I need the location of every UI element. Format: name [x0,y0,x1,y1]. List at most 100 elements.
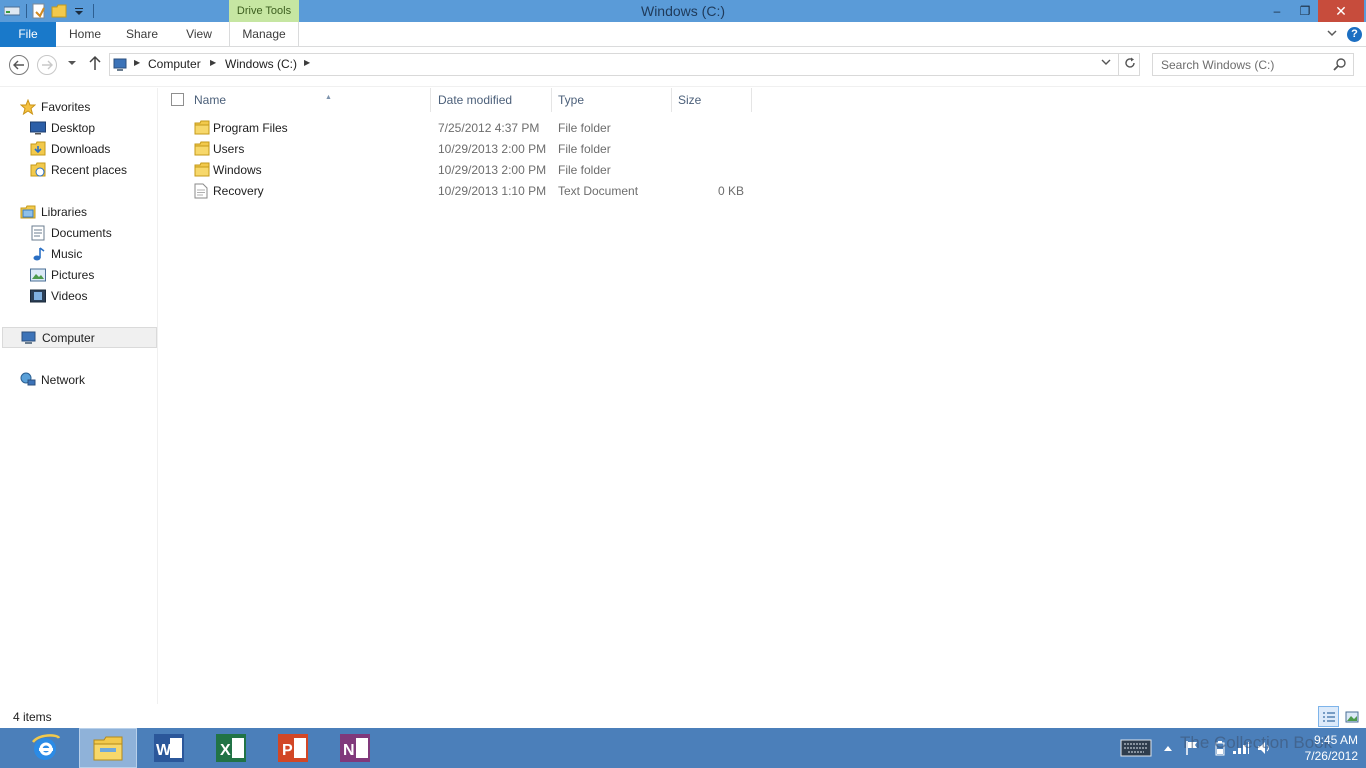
nav-desktop-label: Desktop [51,120,96,135]
star-icon [20,98,36,115]
column-header-name-label: Name [194,93,227,107]
nav-documents-label: Documents [51,225,112,240]
help-button[interactable]: ? [1347,27,1362,42]
file-type: Text Document [558,184,639,198]
sort-ascending-icon: ▲ [325,94,332,101]
nav-libraries[interactable]: Libraries [20,201,156,222]
tab-manage[interactable]: Manage [229,22,299,47]
breadcrumb-separator-icon[interactable]: ▶ [210,58,216,67]
search-icon[interactable] [1333,57,1349,73]
nav-pictures-label: Pictures [51,267,95,282]
nav-downloads-label: Downloads [51,141,111,156]
search-box[interactable] [1152,53,1354,76]
title-bar: Drive Tools Windows (C:) – ❐ ✕ [0,0,1366,22]
nav-music[interactable]: Music [30,243,156,264]
search-input[interactable] [1153,54,1329,75]
file-type: File folder [558,142,611,156]
nav-downloads[interactable]: Downloads [30,138,156,159]
back-button[interactable] [9,55,29,75]
nav-recent-places[interactable]: Recent places [30,159,156,180]
ribbon-tab-bar: File Home Share View Manage ? [0,22,1366,47]
taskbar-onenote[interactable]: N [326,728,384,768]
column-header-name[interactable]: ▲ Name [188,88,431,112]
nav-documents[interactable]: Documents [30,222,156,243]
refresh-button[interactable] [1118,54,1140,75]
taskbar-clock[interactable]: 9:45 AM 7/26/2012 [1268,732,1358,764]
up-button[interactable] [86,55,104,75]
keyboard-icon [1120,739,1152,757]
file-explorer-icon [93,736,123,761]
nav-favorites[interactable]: Favorites [20,96,156,117]
tab-file[interactable]: File [0,22,56,47]
clock-date: 7/26/2012 [1304,749,1358,763]
column-header-date[interactable]: Date modified [432,88,552,112]
folder-icon [194,141,210,157]
text-document-icon [194,183,210,199]
chevron-down-icon [1101,59,1111,65]
column-header-type[interactable]: Type [552,88,672,112]
nav-pictures[interactable]: Pictures [30,264,156,285]
breadcrumb-windows-c[interactable]: Windows (C:) [225,57,297,71]
nav-videos[interactable]: Videos [30,285,156,306]
nav-computer[interactable]: Computer [2,327,157,348]
up-arrow-icon [89,55,101,70]
nav-recent-places-label: Recent places [51,162,128,177]
nav-desktop[interactable]: Desktop [30,117,156,138]
close-button[interactable]: ✕ [1318,0,1364,22]
excel-icon: X [216,734,246,762]
file-row-windows[interactable]: Windows 10/29/2013 2:00 PM File folder [188,160,758,181]
taskbar-file-explorer[interactable] [79,728,137,768]
navigation-pane: Favorites Desktop Downloads Recent place… [0,88,158,704]
refresh-icon [1124,57,1135,68]
select-all-checkbox[interactable] [171,93,184,106]
breadcrumb-separator-icon[interactable]: ▶ [304,58,310,67]
folder-icon [194,162,210,178]
file-name: Users [213,142,245,156]
tray-touch-keyboard[interactable] [1118,728,1154,768]
minimize-button[interactable]: – [1262,0,1292,22]
nav-network[interactable]: Network [20,369,156,390]
tab-home[interactable]: Home [56,22,114,47]
svg-text:N: N [343,742,355,759]
column-header-size[interactable]: Size [672,88,752,112]
documents-icon [30,225,46,241]
maximize-button[interactable]: ❐ [1292,0,1318,22]
file-name: Recovery [213,184,264,198]
taskbar-internet-explorer[interactable] [16,728,74,768]
address-history-dropdown[interactable] [1098,57,1114,73]
tab-share[interactable]: Share [114,22,170,47]
column-headers: ▲ Name Date modified Type Size [159,88,759,112]
network-icon [20,372,36,388]
computer-icon [113,57,129,73]
back-arrow-icon [13,60,24,70]
nav-favorites-label: Favorites [41,99,91,114]
downloads-folder-icon [30,141,46,157]
nav-music-label: Music [51,246,83,261]
large-icons-view-button[interactable] [1341,706,1362,727]
taskbar-powerpoint[interactable]: P [264,728,322,768]
file-name: Program Files [213,121,288,135]
expand-ribbon-icon[interactable] [1324,27,1340,43]
file-type: File folder [558,163,611,177]
taskbar-word[interactable]: W [140,728,198,768]
music-icon [30,246,46,262]
file-row-users[interactable]: Users 10/29/2013 2:00 PM File folder [188,139,758,160]
details-view-icon [1322,711,1335,722]
file-row-program-files[interactable]: Program Files 7/25/2012 4:37 PM File fol… [188,118,758,139]
address-bar[interactable]: ▶ Computer ▶ Windows (C:) ▶ [109,53,1140,76]
recent-locations-button[interactable] [65,58,79,72]
file-type: File folder [558,121,611,135]
details-view-button[interactable] [1318,706,1339,727]
nav-network-label: Network [41,372,86,387]
forward-button[interactable] [37,55,57,75]
breadcrumb-computer[interactable]: Computer [148,57,201,71]
tray-show-hidden-icons[interactable] [1160,728,1176,768]
desktop-icon [30,120,46,136]
videos-icon [30,288,46,304]
breadcrumb-separator-icon[interactable]: ▶ [134,58,140,67]
taskbar-excel[interactable]: X [202,728,260,768]
tab-view[interactable]: View [170,22,228,47]
nav-libraries-label: Libraries [41,204,88,219]
file-row-recovery[interactable]: Recovery 10/29/2013 1:10 PM Text Documen… [188,181,758,202]
recent-places-icon [30,162,46,178]
